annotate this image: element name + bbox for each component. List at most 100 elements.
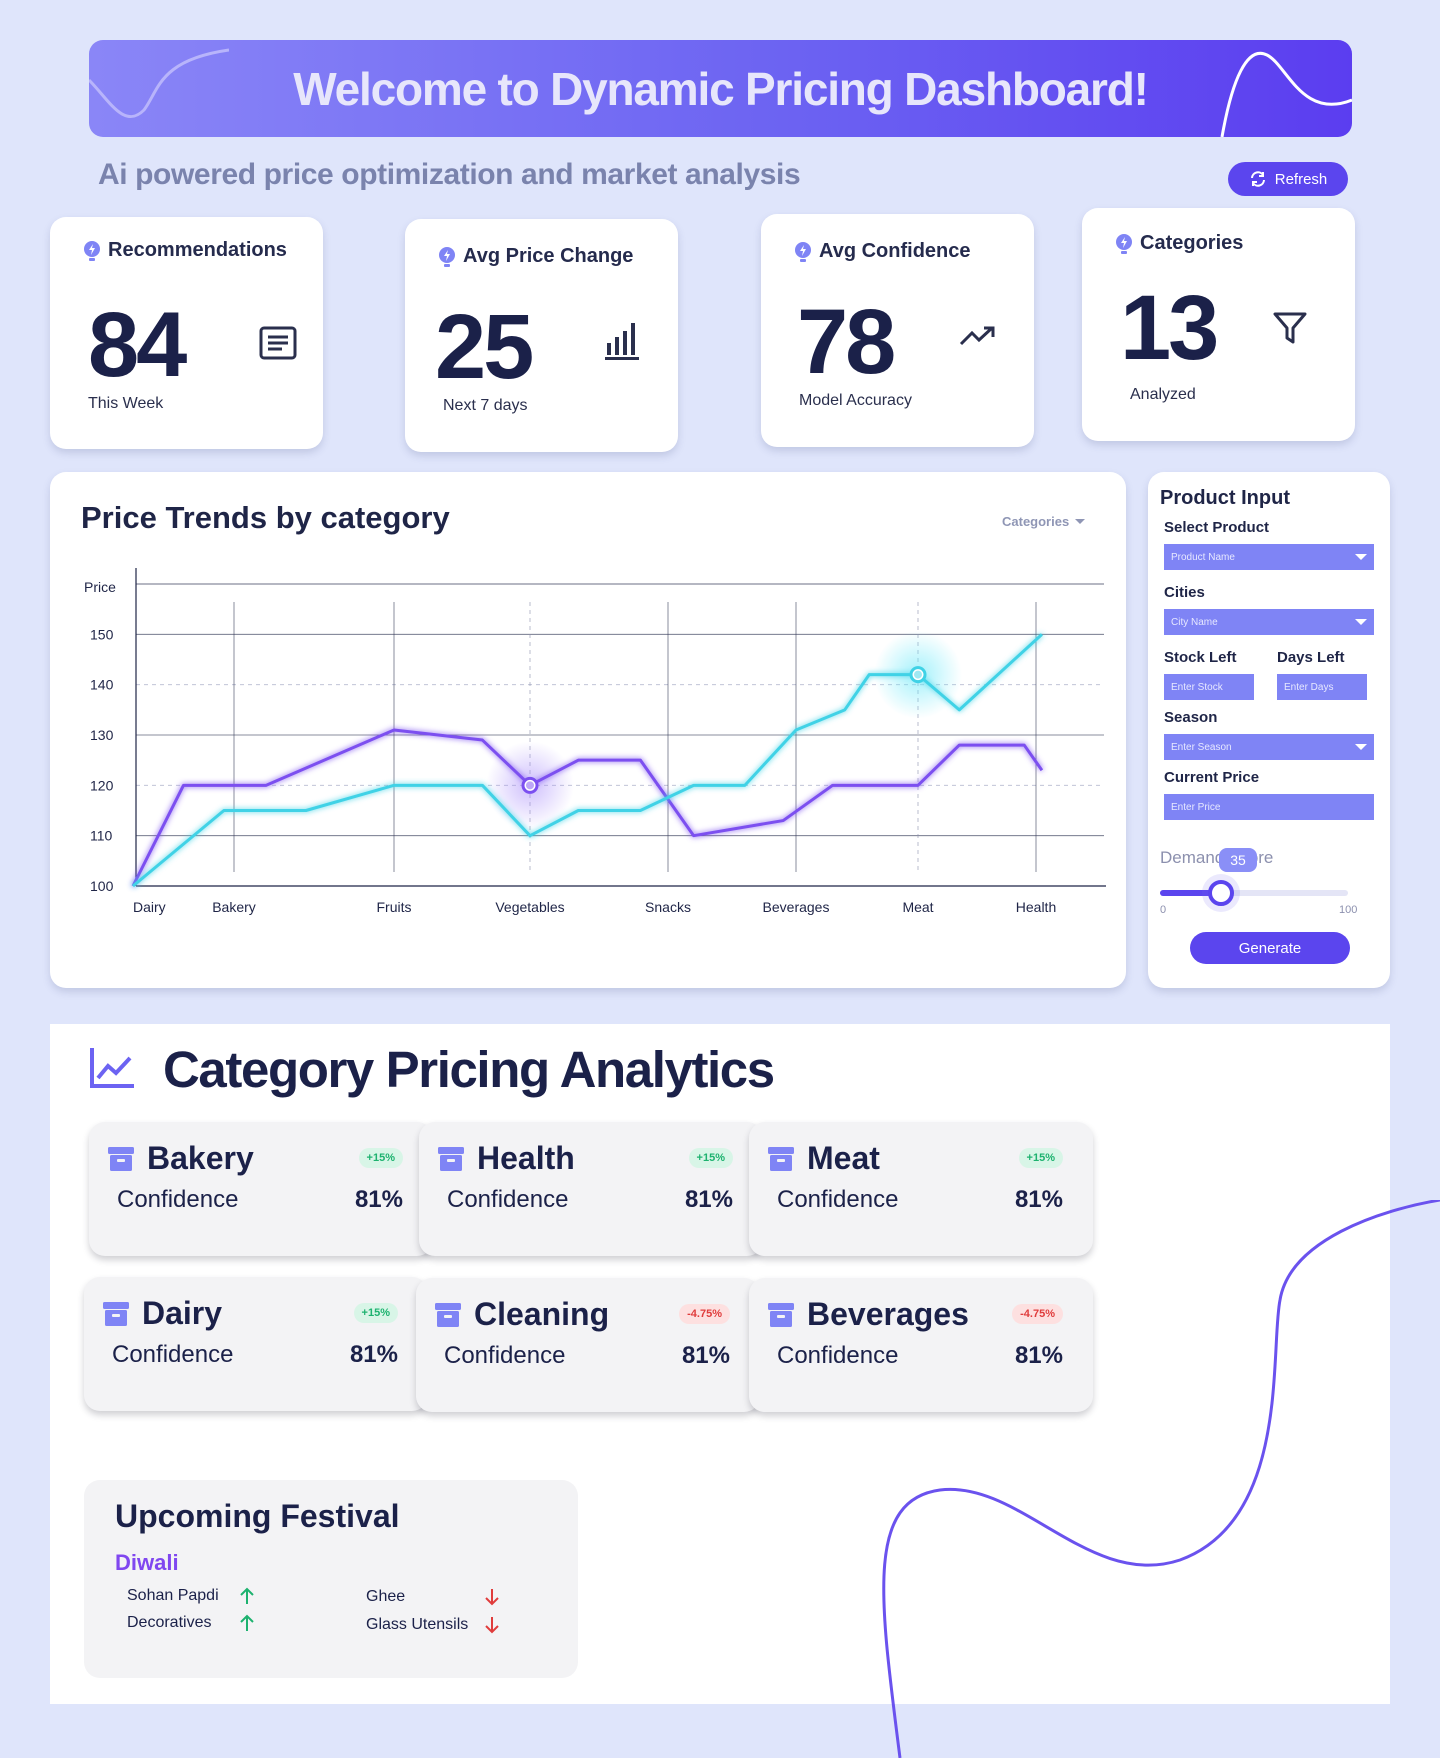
slider-thumb[interactable] [1207,880,1234,906]
y-tick-label: 100 [90,878,114,894]
change-badge: +15% [353,1303,398,1323]
stock-left-label: Stock Left [1164,649,1237,666]
refresh-label: Refresh [1274,170,1328,188]
festival-title: Upcoming Festival [115,1498,400,1534]
y-axis-label: Price [84,579,116,595]
city-select-placeholder: City Name [1171,616,1218,628]
confidence-value: 81% [349,1341,398,1368]
festival-name: Diwali [115,1550,179,1575]
change-badge: +15% [1018,1148,1063,1168]
stat-value: 13 [1120,277,1219,379]
arrow-up-icon [240,1587,254,1604]
generate-button[interactable]: Generate [1190,932,1350,964]
category-name: Health [477,1140,575,1176]
stat-caption: Model Accuracy [799,392,912,409]
category-card-health[interactable]: Health +15% Confidence 81% [419,1122,763,1256]
cities-label: Cities [1164,584,1205,601]
bar-chart-icon [605,323,639,360]
days-left-label: Days Left [1277,649,1345,666]
confidence-label: Confidence [112,1341,234,1368]
slider-min-label: 0 [1160,904,1167,916]
stat-value: 25 [435,296,534,398]
product-input-title: Product Input [1160,487,1290,509]
refresh-button[interactable]: Refresh [1228,162,1348,196]
category-card-bakery[interactable]: Bakery +15% Confidence 81% [89,1122,433,1256]
stat-card-categories: Categories 13 Analyzed [1082,208,1355,441]
chevron-down-icon [1355,554,1367,560]
season-label: Season [1164,709,1218,726]
city-select[interactable]: City Name [1164,609,1374,635]
y-tick-label: 150 [90,626,114,642]
x-tick-label: Snacks [645,899,691,915]
bulb-icon [84,240,100,261]
festival-item-name: Ghee [366,1588,406,1605]
welcome-banner: Welcome to Dynamic Pricing Dashboard! [89,40,1352,137]
category-name: Bakery [147,1140,254,1176]
y-tick-label: 130 [90,727,114,743]
x-tick-label: Beverages [763,899,830,915]
stat-card-avg-confidence: Avg Confidence 78 Model Accuracy [761,214,1034,447]
chevron-down-icon [1355,619,1367,625]
page-subtitle: Ai powered price optimization and market… [98,158,801,191]
confidence-label: Confidence [117,1186,239,1213]
price-input[interactable]: Enter Price [1164,794,1374,820]
x-tick-label: Dairy [133,899,166,915]
banner-wave-right [1220,51,1352,137]
stat-caption: This Week [88,395,164,412]
stat-title: Avg Price Change [463,245,634,267]
stock-input-placeholder: Enter Stock [1171,681,1223,693]
festival-item-name: Glass Utensils [366,1616,469,1633]
archive-box-icon [768,1147,794,1171]
current-price-label: Current Price [1164,769,1260,786]
x-tick-label: Fruits [377,899,412,915]
change-badge: +15% [688,1148,733,1168]
decorative-wave [882,1200,1440,1758]
category-name: Meat [807,1140,880,1176]
x-tick-label: Vegetables [495,899,564,915]
festival-item: Ghee [366,1588,500,1606]
confidence-label: Confidence [447,1186,569,1213]
slider-fill [1160,890,1214,896]
festival-item: Decoratives [127,1614,255,1632]
demand-score-slider[interactable] [1160,890,1348,896]
archive-box-icon [435,1303,461,1327]
x-tick-label: Meat [902,899,933,915]
days-input[interactable]: Enter Days [1277,674,1367,700]
archive-box-icon [108,1147,134,1171]
slider-value-bubble: 35 [1219,848,1257,872]
analytics-title: Category Pricing Analytics [163,1041,775,1098]
change-badge: -4.75% [679,1304,730,1324]
banner-wave-left [89,48,229,118]
highlight-point-core [526,781,534,790]
filter-icon [1273,312,1307,344]
stat-value: 84 [88,294,187,396]
archive-box-icon [103,1302,129,1326]
arrow-down-icon [485,1589,499,1606]
stat-value: 78 [797,291,896,393]
highlight-point-core [914,670,922,679]
series-line-0 [131,728,1044,887]
stock-input[interactable]: Enter Stock [1164,674,1254,700]
y-tick-label: 140 [90,677,114,693]
document-icon [259,326,297,360]
trending-up-icon [959,326,995,346]
price-input-placeholder: Enter Price [1171,801,1221,813]
chevron-down-icon [1355,744,1367,750]
category-name: Cleaning [474,1296,610,1332]
y-tick-label: 120 [90,777,114,793]
confidence-value: 81% [354,1186,403,1213]
price-trends-card: Price Trends by category Categories Pric… [50,472,1126,988]
season-select[interactable]: Enter Season [1164,734,1374,760]
category-card-cleaning[interactable]: Cleaning -4.75% Confidence 81% [416,1278,760,1412]
festival-item: Glass Utensils [366,1616,500,1634]
stat-caption: Analyzed [1130,386,1196,403]
arrow-up-icon [240,1614,254,1631]
product-select[interactable]: Product Name [1164,544,1374,570]
arrow-down-icon [485,1617,499,1634]
festival-item: Sohan Papdi [127,1587,255,1605]
archive-box-icon [768,1303,794,1327]
confidence-label: Confidence [444,1342,566,1369]
days-input-placeholder: Enter Days [1284,681,1334,693]
category-card-dairy[interactable]: Dairy +15% Confidence 81% [84,1277,428,1411]
change-badge: +15% [358,1148,403,1168]
